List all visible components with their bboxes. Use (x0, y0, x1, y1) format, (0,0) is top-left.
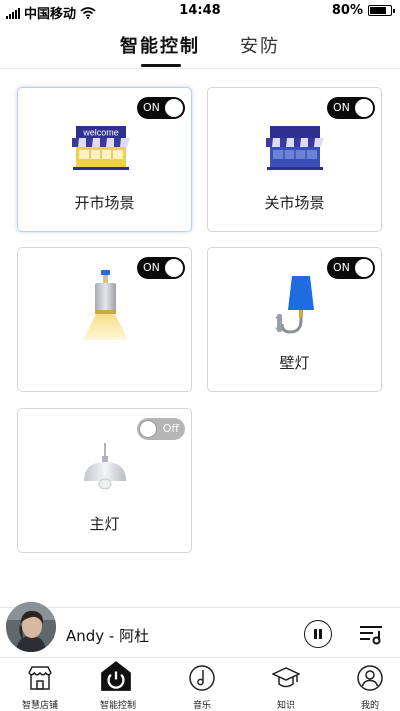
toggle-knob (139, 420, 157, 438)
battery-level (370, 7, 386, 14)
toggle-knob (165, 99, 183, 117)
device-name: 主灯 (89, 515, 120, 533)
welcome-sign-text: welcome (82, 128, 119, 138)
music-note-icon (189, 665, 215, 691)
wall-lamp-icon (275, 276, 314, 334)
status-right: 80% (331, 3, 395, 18)
nav-label: 智慧店铺 (21, 701, 58, 711)
tab-smart-control[interactable]: 智能控制 (120, 32, 200, 58)
spotlight-icon (83, 270, 128, 340)
nav-knowledge[interactable]: 知识 (246, 658, 326, 711)
device-card-wall-lamp[interactable]: ON 壁灯 (207, 247, 382, 392)
pendant-lamp-icon (84, 443, 126, 490)
device-name: 关市场景 (264, 194, 325, 212)
header-divider (0, 68, 400, 69)
nav-me[interactable]: 我的 (330, 658, 400, 711)
toggle-label: ON (333, 261, 350, 274)
store-open-icon: welcome (72, 126, 130, 170)
device-toggle[interactable]: ON (327, 257, 375, 279)
artist-avatar[interactable] (6, 602, 56, 652)
nav-label: 音乐 (192, 701, 211, 711)
nav-label: 我的 (360, 701, 379, 711)
toggle-label: ON (143, 101, 160, 114)
device-toggle[interactable]: ON (137, 257, 185, 279)
graduation-cap-icon (272, 667, 300, 688)
device-toggle[interactable]: Off (137, 418, 185, 440)
toggle-knob (165, 259, 183, 277)
battery-percent: 80% (331, 3, 363, 18)
user-icon (357, 665, 383, 691)
now-playing-bar: Andy - 阿杜 (0, 602, 400, 657)
artist-photo-icon (6, 602, 56, 652)
device-name: 壁灯 (279, 354, 310, 372)
nav-smart-store[interactable]: 智慧店铺 (0, 658, 80, 711)
store-closed-icon (266, 126, 324, 170)
active-tab-indicator (141, 64, 181, 67)
toggle-label: Off (162, 422, 179, 435)
toggle-label: ON (143, 261, 160, 274)
nav-smart-control[interactable]: 智能控制 (78, 658, 158, 711)
playlist-icon[interactable] (358, 622, 384, 646)
battery-icon (368, 5, 395, 16)
toggle-knob (355, 99, 373, 117)
nav-music[interactable]: 音乐 (162, 658, 242, 711)
storefront-icon (28, 666, 52, 690)
track-title: Andy - 阿杜 (66, 627, 150, 645)
top-tabs: 智能控制 安防 (0, 26, 400, 68)
toggle-knob (355, 259, 373, 277)
power-icon (101, 661, 131, 691)
device-card-spotlight[interactable]: ON (17, 247, 192, 392)
device-card-open-store[interactable]: ON welcome 开市场景 (17, 87, 192, 232)
status-bar: 中国移动 14:48 80% (0, 0, 400, 22)
bottom-nav: 智慧店铺 智能控制 音乐 知识 我的 (0, 657, 400, 711)
nav-label: 知识 (276, 701, 295, 711)
pause-button[interactable] (304, 620, 332, 648)
tab-security[interactable]: 安防 (240, 32, 280, 58)
nav-label: 智能控制 (99, 701, 136, 711)
device-toggle[interactable]: ON (327, 97, 375, 119)
toggle-label: ON (333, 101, 350, 114)
device-card-close-store[interactable]: ON 关市场景 (207, 87, 382, 232)
pause-icon-bar (319, 629, 322, 639)
pause-icon (314, 629, 317, 639)
device-card-main-lamp[interactable]: Off 主灯 (17, 408, 192, 553)
device-toggle[interactable]: ON (137, 97, 185, 119)
device-name: 开市场景 (74, 194, 135, 212)
